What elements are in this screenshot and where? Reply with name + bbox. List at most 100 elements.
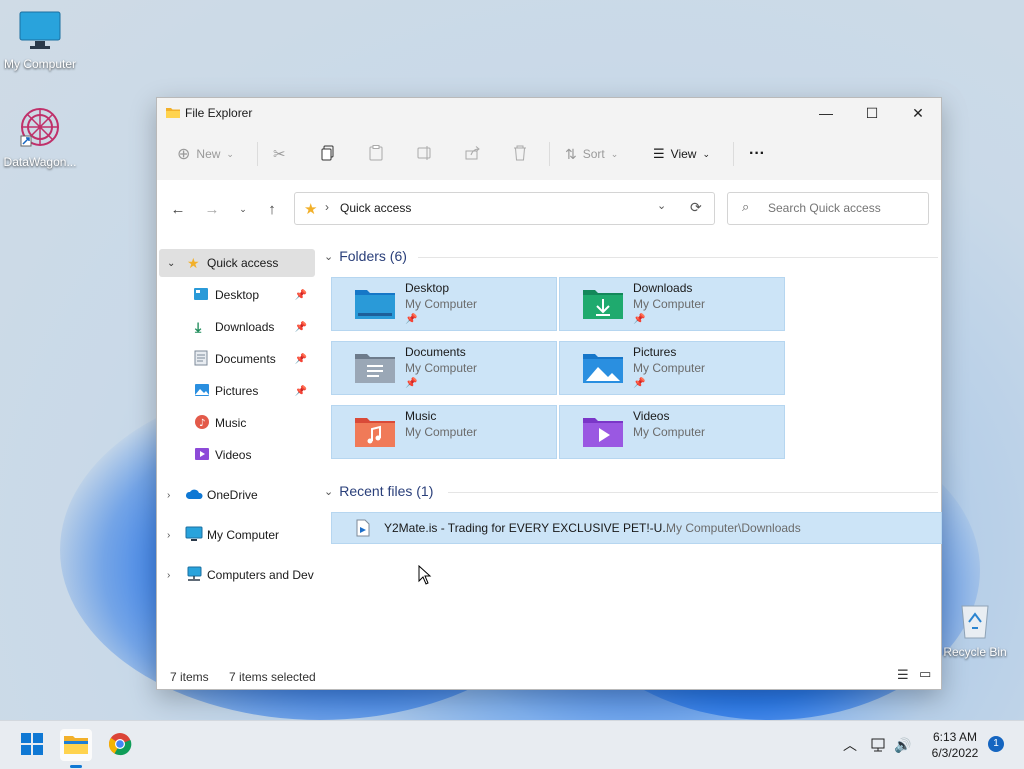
- clock-date: 6/3/2022: [931, 746, 979, 760]
- sidebar-item-music[interactable]: ♪ Music: [157, 409, 313, 437]
- trash-icon: [513, 145, 527, 164]
- documents-icon: [194, 350, 208, 369]
- chevron-right-icon: ›: [167, 489, 171, 501]
- maximize-button[interactable]: ☐: [849, 98, 895, 128]
- copy-button[interactable]: [321, 140, 335, 168]
- sidebar-item-onedrive[interactable]: › OneDrive: [157, 481, 313, 509]
- arrow-up-icon: ↑: [268, 200, 276, 218]
- back-button[interactable]: ←: [167, 198, 189, 220]
- divider: [418, 257, 938, 258]
- video-file-icon: [356, 519, 370, 540]
- folder-tile-desktop[interactable]: Desktop My Computer 📌: [331, 277, 557, 331]
- desktop-icon-datawagon[interactable]: DataWagon...: [0, 104, 80, 169]
- folders-header-label: Folders (6): [339, 248, 407, 264]
- folder-tile-videos[interactable]: Videos My Computer: [559, 405, 785, 459]
- separator: [549, 142, 550, 166]
- sidebar-item-pictures[interactable]: Pictures 📌: [157, 377, 313, 405]
- pin-icon: 📌: [633, 378, 646, 389]
- separator: [257, 142, 258, 166]
- sidebar-item-computers-and-devices[interactable]: › Computers and Dev: [157, 561, 314, 589]
- refresh-button[interactable]: ⟳: [690, 199, 702, 216]
- search-box[interactable]: ⌕: [727, 192, 929, 225]
- view-icon: ☰: [653, 146, 665, 161]
- address-dropdown-button[interactable]: ⌄: [657, 199, 666, 212]
- sidebar-item-desktop[interactable]: Desktop 📌: [157, 281, 313, 309]
- address-bar[interactable]: ★ › Quick access ⌄ ⟳: [294, 192, 715, 225]
- close-button[interactable]: ✕: [895, 98, 941, 128]
- show-hidden-icons-button[interactable]: ︿: [843, 721, 857, 769]
- minimize-button[interactable]: —: [803, 98, 849, 128]
- recent-header-label: Recent files (1): [339, 483, 434, 499]
- folder-tile-downloads[interactable]: Downloads My Computer 📌: [559, 277, 785, 331]
- recent-file-row[interactable]: Y2Mate.is - Trading for EVERY EXCLUSIVE …: [331, 512, 942, 544]
- documents-folder-icon: [354, 350, 396, 384]
- desktop-folder-icon: [193, 287, 209, 304]
- sort-button[interactable]: ⇅ Sort ⌄: [565, 140, 618, 168]
- new-button[interactable]: ⊕ New ⌄: [177, 140, 234, 168]
- folder-tile-documents[interactable]: Documents My Computer 📌: [331, 341, 557, 395]
- window-title: File Explorer: [185, 106, 253, 120]
- title-bar[interactable]: File Explorer — ☐ ✕: [157, 98, 941, 128]
- pin-icon: 📌: [405, 378, 418, 389]
- address-text: Quick access: [340, 201, 412, 215]
- desktop-icon-label: Recycle Bin: [943, 645, 1007, 659]
- cut-button[interactable]: ✂: [273, 140, 286, 168]
- folder-icon: [165, 105, 181, 124]
- details-view-button[interactable]: ☰: [897, 667, 909, 683]
- rename-button[interactable]: [417, 140, 433, 168]
- view-label: View: [670, 147, 697, 161]
- delete-button[interactable]: [513, 140, 527, 168]
- search-input[interactable]: [766, 200, 920, 216]
- view-button[interactable]: ☰ View ⌄: [653, 140, 710, 168]
- pictures-folder-icon: [582, 350, 624, 384]
- folder-location: My Computer: [405, 361, 478, 375]
- recent-locations-button[interactable]: ⌄: [232, 198, 254, 220]
- folder-tile-pictures[interactable]: Pictures My Computer 📌: [559, 341, 785, 395]
- desktop-icon-my-computer[interactable]: My Computer: [0, 10, 80, 71]
- taskbar-file-explorer[interactable]: [60, 729, 92, 761]
- start-button[interactable]: [16, 729, 48, 761]
- clock[interactable]: 6:13 AM 6/3/2022: [920, 729, 990, 761]
- share-button[interactable]: [465, 140, 481, 168]
- tiles-view-button[interactable]: ▭: [919, 666, 931, 682]
- chevron-right-icon: ›: [325, 200, 329, 214]
- status-bar: 7 items 7 items selected ☰ ▭: [157, 664, 941, 688]
- forward-button[interactable]: →: [201, 198, 223, 220]
- sidebar-item-label: Quick access: [207, 256, 279, 270]
- star-icon: ★: [187, 254, 200, 271]
- more-options-button[interactable]: ···: [749, 140, 765, 168]
- separator: [733, 142, 734, 166]
- paste-button[interactable]: [369, 140, 383, 168]
- music-icon: ♪: [194, 414, 210, 433]
- folders-section-header[interactable]: ⌄ Folders (6): [324, 248, 407, 264]
- search-icon: ⌕: [742, 199, 750, 214]
- arrow-left-icon: ←: [170, 200, 186, 218]
- sidebar-item-downloads[interactable]: ⤓ Downloads 📌: [157, 313, 313, 341]
- up-button[interactable]: ↑: [261, 198, 283, 220]
- notification-badge[interactable]: 1: [988, 736, 1004, 752]
- desktop-icon-recycle-bin[interactable]: Recycle Bin: [935, 600, 1015, 659]
- sidebar-item-videos[interactable]: Videos: [157, 441, 313, 469]
- sidebar-item-documents[interactable]: Documents 📌: [157, 345, 313, 373]
- recent-files-section-header[interactable]: ⌄ Recent files (1): [324, 483, 433, 499]
- taskbar-chrome[interactable]: [104, 729, 136, 761]
- folder-location: My Computer: [633, 425, 706, 439]
- sidebar-item-my-computer[interactable]: › My Computer: [157, 521, 313, 549]
- videos-folder-icon: [582, 414, 624, 448]
- rename-icon: [417, 145, 433, 163]
- folder-location: My Computer: [405, 297, 478, 311]
- volume-icon[interactable]: 🔊: [894, 721, 911, 769]
- sort-icon: ⇅: [565, 145, 577, 162]
- datawagon-app-icon: [0, 104, 80, 153]
- desktop-icon-label: DataWagon...: [3, 155, 77, 169]
- folder-location: My Computer: [405, 425, 478, 439]
- folder-name: Documents: [405, 345, 466, 359]
- network-tray-icon[interactable]: [870, 721, 888, 769]
- chevron-down-icon: ⌄: [167, 257, 176, 269]
- folder-tile-music[interactable]: Music My Computer: [331, 405, 557, 459]
- sidebar-item-label: Pictures: [215, 384, 259, 398]
- windows-logo-icon: [21, 732, 43, 758]
- sidebar-item-quick-access[interactable]: ⌄ ★ Quick access: [159, 249, 315, 277]
- pin-icon: 📌: [405, 314, 418, 325]
- cloud-icon: [185, 488, 203, 503]
